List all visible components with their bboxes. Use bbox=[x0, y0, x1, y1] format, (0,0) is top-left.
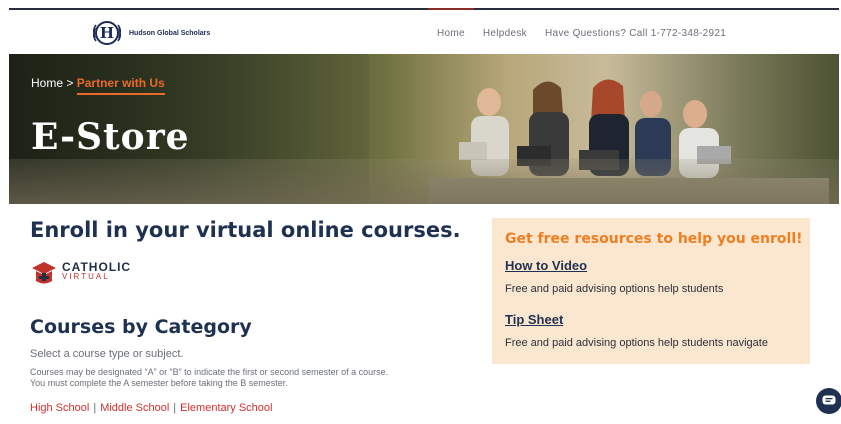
nav-home[interactable]: Home bbox=[437, 28, 465, 39]
hero-banner: Home > Partner with Us E-Store bbox=[9, 54, 839, 204]
site-logo[interactable]: H Hudson Global Scholars bbox=[91, 16, 210, 50]
svg-text:H: H bbox=[100, 24, 114, 42]
tip-sheet-link[interactable]: Tip Sheet bbox=[505, 312, 563, 327]
link-high-school[interactable]: High School bbox=[30, 402, 89, 414]
courses-note-line2: You must complete the A semester before … bbox=[30, 378, 288, 388]
link-elementary-school[interactable]: Elementary School bbox=[180, 402, 272, 414]
chat-button[interactable] bbox=[816, 388, 841, 414]
link-middle-school[interactable]: Middle School bbox=[100, 402, 169, 414]
courses-note: Courses may be designated “A” or “B” to … bbox=[30, 367, 470, 389]
resources-heading: Get free resources to help you enroll! bbox=[505, 231, 803, 247]
catholic-virtual-logo: CATHOLIC VIRTUAL bbox=[31, 259, 131, 285]
resources-panel: Get free resources to help you enroll! H… bbox=[492, 218, 810, 364]
courses-heading: Courses by Category bbox=[30, 316, 252, 338]
link-separator: | bbox=[173, 402, 177, 414]
tip-sheet-description: Free and paid advising options help stud… bbox=[505, 337, 768, 349]
logo-emblem-icon: H bbox=[91, 17, 123, 49]
courses-subtitle: Select a course type or subject. bbox=[30, 348, 184, 360]
breadcrumb-separator: > bbox=[66, 76, 74, 90]
logo-text: Hudson Global Scholars bbox=[129, 29, 211, 37]
link-separator: | bbox=[93, 402, 97, 414]
nav-active-indicator bbox=[428, 8, 474, 10]
nav-helpdesk[interactable]: Helpdesk bbox=[483, 28, 527, 39]
how-to-video-description: Free and paid advising options help stud… bbox=[505, 283, 724, 295]
page-title: E-Store bbox=[31, 116, 190, 158]
breadcrumb-home[interactable]: Home bbox=[31, 76, 63, 90]
breadcrumb: Home > Partner with Us bbox=[31, 76, 165, 95]
courses-note-line1: Courses may be designated “A” or “B” to … bbox=[30, 367, 389, 377]
enroll-heading: Enroll in your virtual online courses. bbox=[30, 218, 461, 242]
top-nav: Home Helpdesk Have Questions? Call 1-772… bbox=[437, 28, 744, 39]
site-header: H Hudson Global Scholars Home Helpdesk H… bbox=[9, 8, 839, 56]
hero-ground bbox=[9, 159, 839, 204]
breadcrumb-current[interactable]: Partner with Us bbox=[76, 76, 165, 95]
school-level-links: High School | Middle School | Elementary Sch… bbox=[30, 402, 272, 414]
graduation-cap-icon bbox=[32, 262, 56, 284]
nav-phone[interactable]: Have Questions? Call 1-772-348-2921 bbox=[545, 28, 726, 39]
catholic-virtual-logo-line1: CATHOLIC bbox=[62, 260, 132, 274]
how-to-video-link[interactable]: How to Video bbox=[505, 258, 587, 273]
chat-icon bbox=[822, 395, 836, 405]
